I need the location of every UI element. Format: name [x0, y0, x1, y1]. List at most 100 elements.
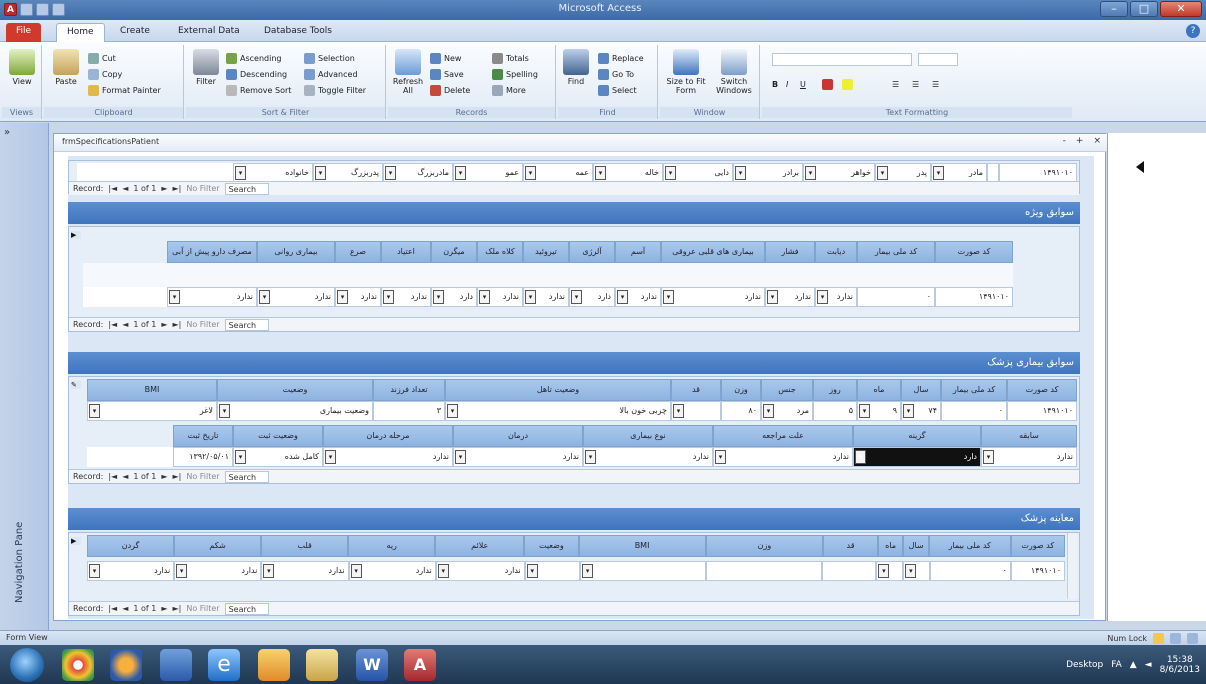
font-name-dropdown[interactable]	[772, 53, 912, 66]
search-field[interactable]: Search	[224, 602, 270, 615]
dropdown-arrow-icon[interactable]: ▾	[447, 404, 458, 418]
delete-record-button[interactable]: Delete	[430, 83, 470, 97]
last-record-icon[interactable]: ►|	[173, 604, 182, 613]
language-indicator[interactable]: FA	[1111, 660, 1122, 670]
dropdown-arrow-icon[interactable]: ▾	[176, 564, 188, 578]
field-cell[interactable]: ۰	[930, 561, 1011, 581]
field-cell[interactable]: ▾	[671, 401, 721, 421]
field-cell[interactable]: ندارد ▾	[583, 447, 713, 467]
prev-record-icon[interactable]: ◄	[122, 320, 128, 329]
field-cell[interactable]: مادربزرگ ▾	[383, 163, 453, 183]
dropdown-arrow-icon[interactable]: ▾	[315, 166, 326, 180]
descending-button[interactable]: Descending	[226, 67, 287, 81]
field-cell[interactable]: ▾	[524, 561, 581, 581]
toggle-filter-button[interactable]: Toggle Filter	[304, 83, 366, 97]
first-record-icon[interactable]: |◄	[108, 472, 117, 481]
field-cell[interactable]: ندارد ▾	[381, 287, 431, 307]
dropdown-arrow-icon[interactable]: ▾	[259, 290, 270, 304]
dropdown-arrow-icon[interactable]: ▾	[715, 450, 726, 464]
field-cell[interactable]: وضعیت بیماری ▾	[217, 401, 373, 421]
outlook-icon[interactable]	[258, 649, 290, 681]
dropdown-arrow-icon[interactable]: ▾	[878, 564, 890, 578]
dropdown-arrow-icon[interactable]: ▾	[905, 564, 917, 578]
save-record-button[interactable]: Save	[430, 67, 464, 81]
field-cell[interactable]	[822, 561, 877, 581]
ascending-button[interactable]: Ascending	[226, 51, 281, 65]
field-cell[interactable]: ندارد ▾	[713, 447, 853, 467]
dropdown-arrow-icon[interactable]: ▾	[89, 404, 100, 418]
field-cell[interactable]	[987, 163, 999, 183]
dropdown-arrow-icon[interactable]: ▾	[767, 290, 778, 304]
format-painter-button[interactable]: Format Painter	[88, 83, 161, 97]
field-cell[interactable]: ندارد ▾	[261, 561, 349, 581]
field-cell[interactable]: ۵	[813, 401, 857, 421]
totals-button[interactable]: Totals	[492, 51, 529, 65]
form-restore-icon[interactable]: +	[1076, 136, 1084, 146]
first-record-icon[interactable]: |◄	[108, 320, 117, 329]
dropdown-arrow-icon[interactable]: ▾	[525, 290, 536, 304]
dropdown-arrow-icon[interactable]: ▾	[169, 290, 180, 304]
dropdown-arrow-icon[interactable]: ▾	[455, 166, 466, 180]
dropdown-arrow-icon[interactable]: ▾	[437, 564, 449, 578]
select-button[interactable]: Select	[598, 83, 637, 97]
field-cell[interactable]: ▾	[903, 561, 931, 581]
layout-view-icon[interactable]	[1170, 633, 1181, 644]
align-right-button[interactable]: ☰	[932, 77, 939, 91]
field-cell[interactable]: ندارد ▾	[615, 287, 661, 307]
dropdown-arrow-icon[interactable]: ▾	[383, 290, 394, 304]
next-record-icon[interactable]: ►	[161, 320, 167, 329]
field-cell[interactable]: ندارد ▾	[167, 287, 257, 307]
field-cell[interactable]: دارد ▾	[431, 287, 477, 307]
access-logo-icon[interactable]: A	[4, 3, 17, 16]
chrome-icon[interactable]	[62, 649, 94, 681]
dropdown-arrow-icon[interactable]: ▾	[663, 290, 674, 304]
bold-button[interactable]: B	[772, 77, 778, 91]
last-record-icon[interactable]: ►|	[173, 184, 182, 193]
cut-button[interactable]: Cut	[88, 51, 116, 65]
nav-toggle-icon[interactable]: »	[4, 127, 18, 139]
record-selector-icon[interactable]: ▶	[71, 537, 81, 545]
design-view-icon[interactable]	[1187, 633, 1198, 644]
undo-icon[interactable]	[36, 3, 49, 16]
field-cell[interactable]: دارد ▾	[569, 287, 615, 307]
field-cell[interactable]: ندارد ▾	[477, 287, 523, 307]
dropdown-arrow-icon[interactable]: ▾	[582, 564, 594, 578]
field-cell[interactable]: دایی ▾	[663, 163, 733, 183]
italic-button[interactable]: I	[786, 77, 788, 91]
field-cell[interactable]	[706, 561, 823, 581]
field-cell[interactable]: کامل شده ▾	[233, 447, 323, 467]
underline-button[interactable]: U	[800, 77, 806, 91]
field-cell[interactable]: ندارد ▾	[765, 287, 815, 307]
field-cell[interactable]: ۱۴۹۱۰۱۰	[999, 163, 1077, 183]
prev-record-icon[interactable]: ◄	[122, 184, 128, 193]
form-minimize-icon[interactable]: -	[1063, 136, 1066, 146]
prev-record-icon[interactable]: ◄	[122, 604, 128, 613]
field-cell[interactable]: عمه ▾	[523, 163, 593, 183]
word-icon[interactable]: W	[356, 649, 388, 681]
field-cell[interactable]: خواهر ▾	[803, 163, 875, 183]
highlight-button[interactable]	[842, 77, 853, 91]
last-record-icon[interactable]: ►|	[173, 472, 182, 481]
more-button[interactable]: More	[492, 83, 526, 97]
search-field[interactable]: Search	[224, 470, 270, 483]
tab-file[interactable]: File	[6, 23, 42, 42]
dropdown-arrow-icon[interactable]: ▾	[455, 450, 466, 464]
field-cell[interactable]: ندارد ▾	[435, 561, 525, 581]
dropdown-arrow-icon[interactable]: ▾	[571, 290, 582, 304]
search-field[interactable]: Search	[224, 318, 270, 331]
selection-button[interactable]: Selection	[304, 51, 355, 65]
remove-sort-button[interactable]: Remove Sort	[226, 83, 291, 97]
field-cell[interactable]: پدربزرگ ▾	[313, 163, 383, 183]
field-cell[interactable]: ندارد ▾	[815, 287, 857, 307]
field-cell[interactable]: ندارد ▾	[323, 447, 453, 467]
next-record-icon[interactable]: ►	[161, 472, 167, 481]
dropdown-arrow-icon[interactable]: ▾	[88, 564, 100, 578]
next-record-icon[interactable]: ►	[161, 184, 167, 193]
search-field[interactable]: Search	[224, 182, 270, 195]
first-record-icon[interactable]: |◄	[108, 184, 117, 193]
tab-home[interactable]: Home	[56, 23, 105, 42]
field-cell[interactable]: ندارد ▾	[981, 447, 1077, 467]
field-cell[interactable]: ۱۳۹۲/۰۵/۰۱	[173, 447, 233, 467]
field-cell[interactable]: مرد ▾	[761, 401, 813, 421]
dropdown-arrow-icon[interactable]: ▾	[763, 404, 774, 418]
